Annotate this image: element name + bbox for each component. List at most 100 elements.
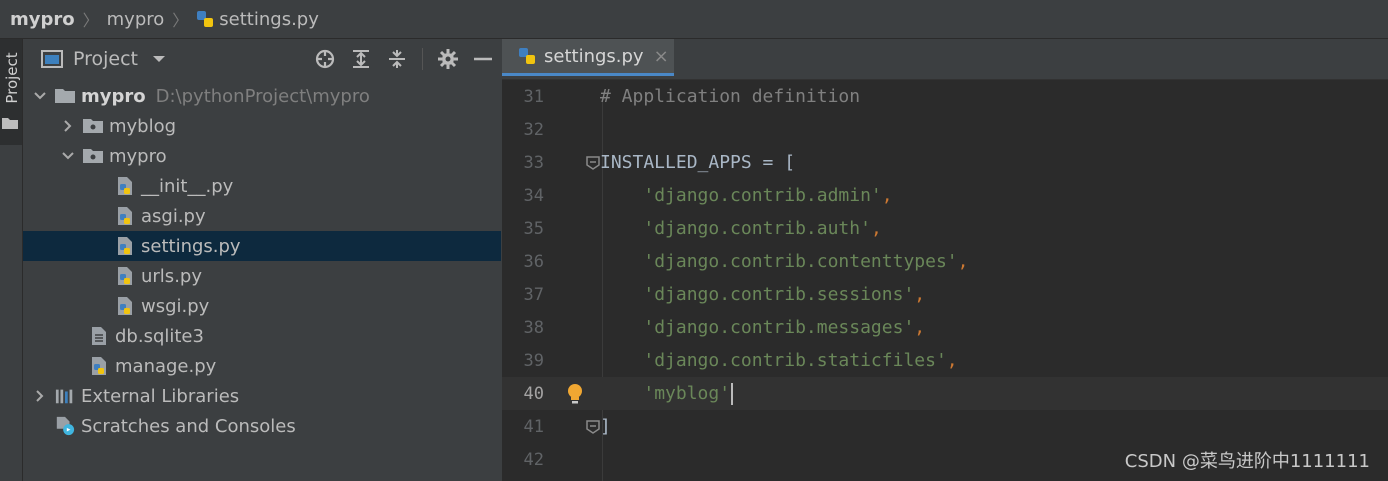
package-folder-icon (83, 147, 103, 165)
project-tool-window: Project mypro D:\pythonProject\mypro myb… (23, 39, 501, 481)
package-folder-icon (83, 117, 103, 135)
code-token: INSTALLED_APPS = [ (600, 152, 796, 173)
breadcrumb-file[interactable]: settings.py (196, 9, 319, 30)
code-token: 'django.contrib.sessions' (643, 284, 915, 305)
line-number: 34 (523, 185, 544, 206)
code-line[interactable]: 31 # Application definition (502, 80, 1388, 113)
editor-gutter (544, 179, 600, 212)
tree-item-label: db.sqlite3 (115, 325, 204, 347)
tab-settings-py[interactable]: settings.py × (502, 39, 674, 76)
line-number: 42 (523, 449, 544, 470)
tree-item-db-sqlite3[interactable]: db.sqlite3 (23, 321, 501, 351)
gear-icon[interactable] (437, 48, 459, 70)
tree-item-asgi-py[interactable]: asgi.py (23, 201, 501, 231)
editor-gutter (544, 113, 600, 146)
tree-item-myblog[interactable]: myblog (23, 111, 501, 141)
code-token: , (881, 185, 893, 206)
project-view-icon (41, 50, 63, 68)
code-text: # Application definition (600, 86, 860, 107)
code-token: 'myblog' (643, 382, 731, 404)
chevron-right-icon[interactable] (33, 390, 47, 402)
tree-item-external-libraries[interactable]: External Libraries (23, 381, 501, 411)
hide-panel-icon[interactable] (473, 48, 493, 70)
fold-marker-icon[interactable] (586, 420, 600, 434)
tree-item-root[interactable]: mypro D:\pythonProject\mypro (23, 81, 501, 111)
editor-tab-bar: settings.py × (502, 39, 1388, 80)
code-line[interactable]: 32 (502, 113, 1388, 146)
tree-item-mypro-package[interactable]: mypro (23, 141, 501, 171)
code-text: ] (600, 416, 611, 437)
line-number: 38 (523, 317, 544, 338)
tree-item-label: mypro (81, 85, 146, 107)
editor-gutter (544, 245, 600, 278)
code-line[interactable]: 35 'django.contrib.auth', (502, 212, 1388, 245)
code-text: INSTALLED_APPS = [ (600, 152, 795, 173)
text-file-icon (89, 327, 109, 345)
code-token: # Application definition (600, 86, 861, 107)
locate-file-icon[interactable] (314, 48, 336, 70)
tree-item-scratches[interactable]: Scratches and Consoles (23, 411, 501, 441)
editor-gutter (544, 80, 600, 113)
project-header: Project (23, 39, 501, 79)
editor-gutter (544, 344, 600, 377)
code-line[interactable]: 38 'django.contrib.messages', (502, 311, 1388, 344)
line-number: 31 (523, 86, 544, 107)
line-number: 40 (523, 383, 544, 404)
expand-all-icon[interactable] (350, 48, 372, 70)
fold-marker-icon[interactable] (586, 156, 600, 170)
breadcrumb-folder[interactable]: mypro (107, 9, 165, 30)
editor-gutter (544, 146, 600, 179)
code-text: 'django.contrib.staticfiles', (600, 350, 958, 371)
code-token: 'django.contrib.admin' (643, 185, 882, 206)
chevron-down-icon[interactable] (152, 54, 166, 64)
tree-item-label: __init__.py (141, 175, 234, 197)
editor-gutter (544, 212, 600, 245)
tree-item-init-py[interactable]: __init__.py (23, 171, 501, 201)
code-token: , (914, 317, 926, 338)
project-view-selector[interactable]: Project (73, 48, 138, 70)
tree-item-label: Scratches and Consoles (81, 415, 296, 437)
tree-item-label: manage.py (115, 355, 217, 377)
tree-item-settings-py[interactable]: settings.py (23, 231, 501, 261)
scratches-icon (55, 416, 75, 436)
tree-item-label: settings.py (141, 235, 241, 257)
tree-item-wsgi-py[interactable]: wsgi.py (23, 291, 501, 321)
collapse-all-icon[interactable] (386, 48, 408, 70)
code-line[interactable]: 36 'django.contrib.contenttypes', (502, 245, 1388, 278)
python-file-icon (89, 357, 109, 375)
close-icon[interactable]: × (654, 46, 669, 67)
code-token: 'django.contrib.messages' (643, 317, 915, 338)
project-tool-tab[interactable]: Project (0, 39, 22, 145)
code-token: , (914, 284, 926, 305)
editor-gutter (544, 278, 600, 311)
breadcrumb-file-label: settings.py (219, 8, 319, 30)
breadcrumb-project[interactable]: mypro (0, 9, 75, 30)
tree-item-path: D:\pythonProject\mypro (155, 85, 370, 107)
tree-item-label: urls.py (141, 265, 202, 287)
code-line[interactable]: 41] (502, 410, 1388, 443)
python-file-icon (115, 177, 135, 195)
line-number: 37 (523, 284, 544, 305)
line-number: 33 (523, 152, 544, 173)
chevron-right-icon[interactable] (61, 120, 75, 132)
tree-item-manage-py[interactable]: manage.py (23, 351, 501, 381)
code-line[interactable]: 40 'myblog' (502, 377, 1388, 410)
tree-item-urls-py[interactable]: urls.py (23, 261, 501, 291)
libraries-icon (55, 387, 75, 405)
tree-item-label: myblog (109, 115, 177, 137)
chevron-down-icon[interactable] (61, 152, 75, 160)
code-area[interactable]: 31 # Application definition 32 33 INSTALLED_… (502, 80, 1388, 476)
code-line[interactable]: 33 INSTALLED_APPS = [ (502, 146, 1388, 179)
code-line[interactable]: 39 'django.contrib.staticfiles', (502, 344, 1388, 377)
code-token: , (946, 350, 958, 371)
code-token: , (957, 251, 969, 272)
code-line[interactable]: 34 'django.contrib.admin', (502, 179, 1388, 212)
chevron-down-icon[interactable] (33, 92, 47, 100)
lightbulb-icon[interactable] (566, 382, 584, 406)
code-line[interactable]: 37 'django.contrib.sessions', (502, 278, 1388, 311)
